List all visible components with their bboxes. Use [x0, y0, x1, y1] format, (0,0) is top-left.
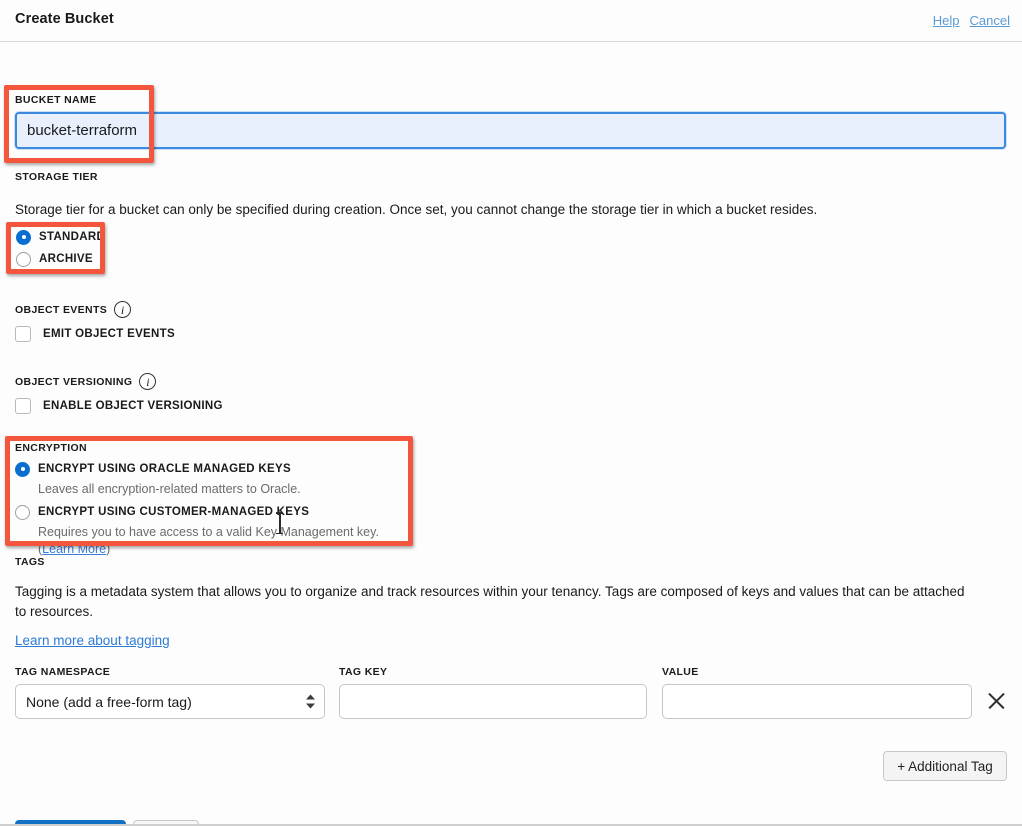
- checkbox-emit-object-events-icon[interactable]: [15, 326, 31, 342]
- remove-tag-close-icon[interactable]: [986, 690, 1008, 712]
- encryption-option-customer-managed[interactable]: ENCRYPT USING CUSTOMER-MANAGED KEYS Requ…: [15, 501, 405, 557]
- checkbox-enable-object-versioning-icon[interactable]: [15, 398, 31, 414]
- encryption-sub-text-post: ): [106, 542, 110, 556]
- learn-more-link[interactable]: Learn More: [42, 542, 106, 556]
- encryption-label: ENCRYPTION: [15, 442, 405, 454]
- tags-label: TAGS: [15, 556, 45, 568]
- object-versioning-label: OBJECT VERSIONING: [15, 376, 132, 388]
- encryption-section: ENCRYPTION ENCRYPT USING ORACLE MANAGED …: [15, 442, 405, 557]
- encryption-option-customer-managed-sub: Requires you to have access to a valid K…: [38, 524, 405, 557]
- enable-object-versioning-label: ENABLE OBJECT VERSIONING: [43, 400, 223, 412]
- storage-tier-option-standard-label: STANDARD: [39, 231, 105, 243]
- tag-key-input[interactable]: [339, 684, 647, 719]
- add-additional-tag-button[interactable]: + Additional Tag: [883, 751, 1007, 781]
- object-events-section: OBJECT EVENTS i EMIT OBJECT EVENTS: [15, 301, 175, 342]
- radio-oracle-managed-keys-icon[interactable]: [15, 462, 30, 477]
- encryption-option-oracle-managed-sub: Leaves all encryption-related matters to…: [38, 481, 405, 497]
- tag-value-input[interactable]: [662, 684, 972, 719]
- tag-namespace-label: TAG NAMESPACE: [15, 666, 110, 678]
- tag-namespace-selected-value: None (add a free-form tag): [16, 694, 299, 710]
- header-links: Help Cancel: [933, 13, 1010, 28]
- object-events-header: OBJECT EVENTS i: [15, 301, 175, 318]
- page-title: Create Bucket: [15, 11, 114, 27]
- tag-key-label: TAG KEY: [339, 666, 387, 678]
- tag-value-label: VALUE: [662, 666, 699, 678]
- storage-tier-radio-group: STANDARD ARCHIVE: [16, 226, 105, 270]
- bucket-name-input[interactable]: [15, 112, 1006, 149]
- tag-namespace-select[interactable]: None (add a free-form tag): [15, 684, 325, 719]
- storage-tier-option-archive[interactable]: ARCHIVE: [16, 248, 105, 270]
- help-link[interactable]: Help: [933, 13, 960, 28]
- dialog-body: BUCKET NAME STORAGE TIER Storage tier fo…: [0, 42, 1022, 786]
- info-icon[interactable]: i: [139, 373, 156, 390]
- encryption-option-oracle-managed[interactable]: ENCRYPT USING ORACLE MANAGED KEYS Leaves…: [15, 458, 405, 497]
- storage-tier-option-standard[interactable]: STANDARD: [16, 226, 105, 248]
- radio-archive-icon[interactable]: [16, 252, 31, 267]
- info-icon[interactable]: i: [114, 301, 131, 318]
- enable-object-versioning-row[interactable]: ENABLE OBJECT VERSIONING: [15, 398, 223, 414]
- radio-customer-managed-keys-icon[interactable]: [15, 505, 30, 520]
- learn-more-about-tagging-link[interactable]: Learn more about tagging: [15, 633, 170, 648]
- header-cancel-link[interactable]: Cancel: [970, 13, 1010, 28]
- stepper-icon[interactable]: [299, 685, 321, 718]
- object-events-label: OBJECT EVENTS: [15, 304, 107, 316]
- create-bucket-dialog: Create Bucket Help Cancel BUCKET NAME ST…: [0, 0, 1022, 826]
- encryption-option-oracle-managed-label: ENCRYPT USING ORACLE MANAGED KEYS: [38, 463, 291, 475]
- emit-object-events-label: EMIT OBJECT EVENTS: [43, 328, 175, 340]
- object-versioning-header: OBJECT VERSIONING i: [15, 373, 223, 390]
- radio-standard-icon[interactable]: [16, 230, 31, 245]
- tags-description: Tagging is a metadata system that allows…: [15, 582, 975, 621]
- dialog-header: Create Bucket Help Cancel: [0, 0, 1022, 42]
- bucket-name-label: BUCKET NAME: [15, 94, 96, 106]
- storage-tier-label: STORAGE TIER: [15, 171, 98, 183]
- emit-object-events-row[interactable]: EMIT OBJECT EVENTS: [15, 326, 175, 342]
- encryption-option-customer-managed-label: ENCRYPT USING CUSTOMER-MANAGED KEYS: [38, 506, 309, 518]
- storage-tier-description: Storage tier for a bucket can only be sp…: [15, 200, 817, 220]
- object-versioning-section: OBJECT VERSIONING i ENABLE OBJECT VERSIO…: [15, 373, 223, 414]
- storage-tier-option-archive-label: ARCHIVE: [39, 253, 93, 265]
